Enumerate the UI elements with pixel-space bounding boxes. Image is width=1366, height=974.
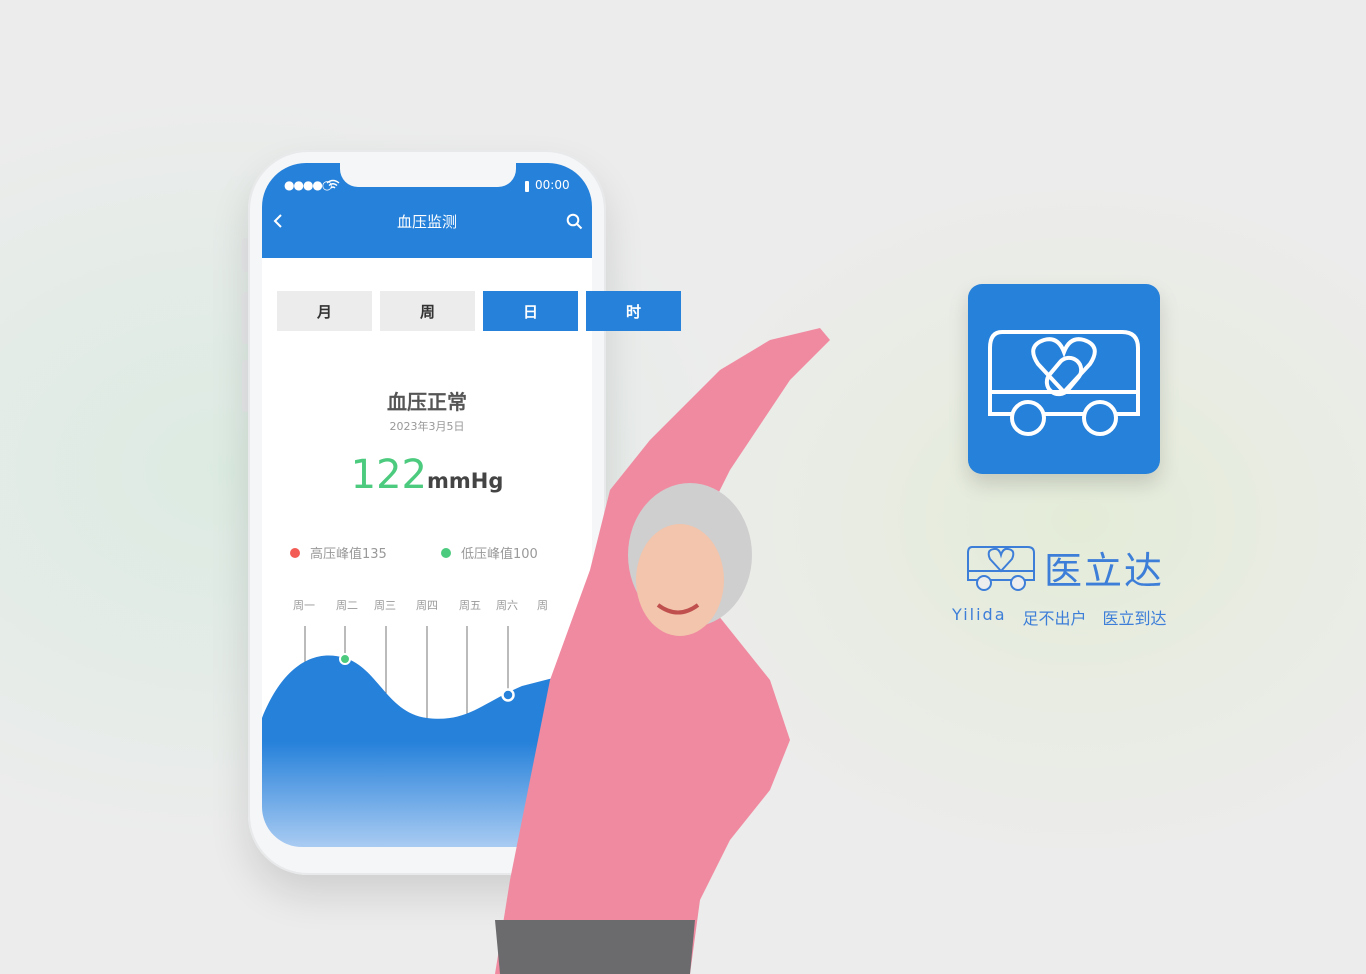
bus-heart-logo-icon	[988, 330, 1140, 436]
brand-slogan-2: 医立到达	[1102, 609, 1167, 628]
weekday-label: 周四	[416, 599, 438, 612]
battery-icon	[525, 181, 529, 192]
high-dot-icon	[290, 547, 300, 558]
tab-week[interactable]: 周	[380, 291, 475, 331]
high-peak-point	[339, 653, 351, 665]
bp-value: 122	[350, 452, 427, 498]
brand-latin: Yilida	[952, 605, 1007, 624]
brand-logo: 医立达	[966, 540, 1164, 595]
weekday-label: 周五	[459, 599, 481, 612]
signal-icon: ●●●●○	[284, 178, 332, 192]
search-icon[interactable]	[566, 213, 583, 230]
elderly-woman-photo	[495, 328, 830, 974]
notch	[340, 163, 516, 187]
status-time: 00:00	[535, 178, 570, 192]
brand-slogan-1: 足不出户	[1022, 609, 1087, 628]
low-dot-icon	[441, 547, 451, 558]
brand-bus-icon	[967, 545, 1035, 591]
brand-name: 医立达	[1044, 549, 1165, 593]
legend-high-label: 高压峰值135	[310, 547, 387, 562]
wifi-icon	[326, 179, 340, 189]
tab-month[interactable]: 月	[277, 291, 372, 331]
app-header: ●●●●○ 00:00 血压监测	[262, 163, 592, 258]
weekday-label: 周一	[293, 599, 315, 612]
weekday-label: 周三	[374, 599, 396, 612]
brand-tagline: Yilida 足不出户 医立到达	[952, 605, 1167, 629]
weekday-label: 周二	[336, 599, 358, 612]
legend-high: 高压峰值135	[290, 543, 387, 562]
page-title: 血压监测	[396, 213, 457, 231]
app-icon	[968, 284, 1160, 474]
